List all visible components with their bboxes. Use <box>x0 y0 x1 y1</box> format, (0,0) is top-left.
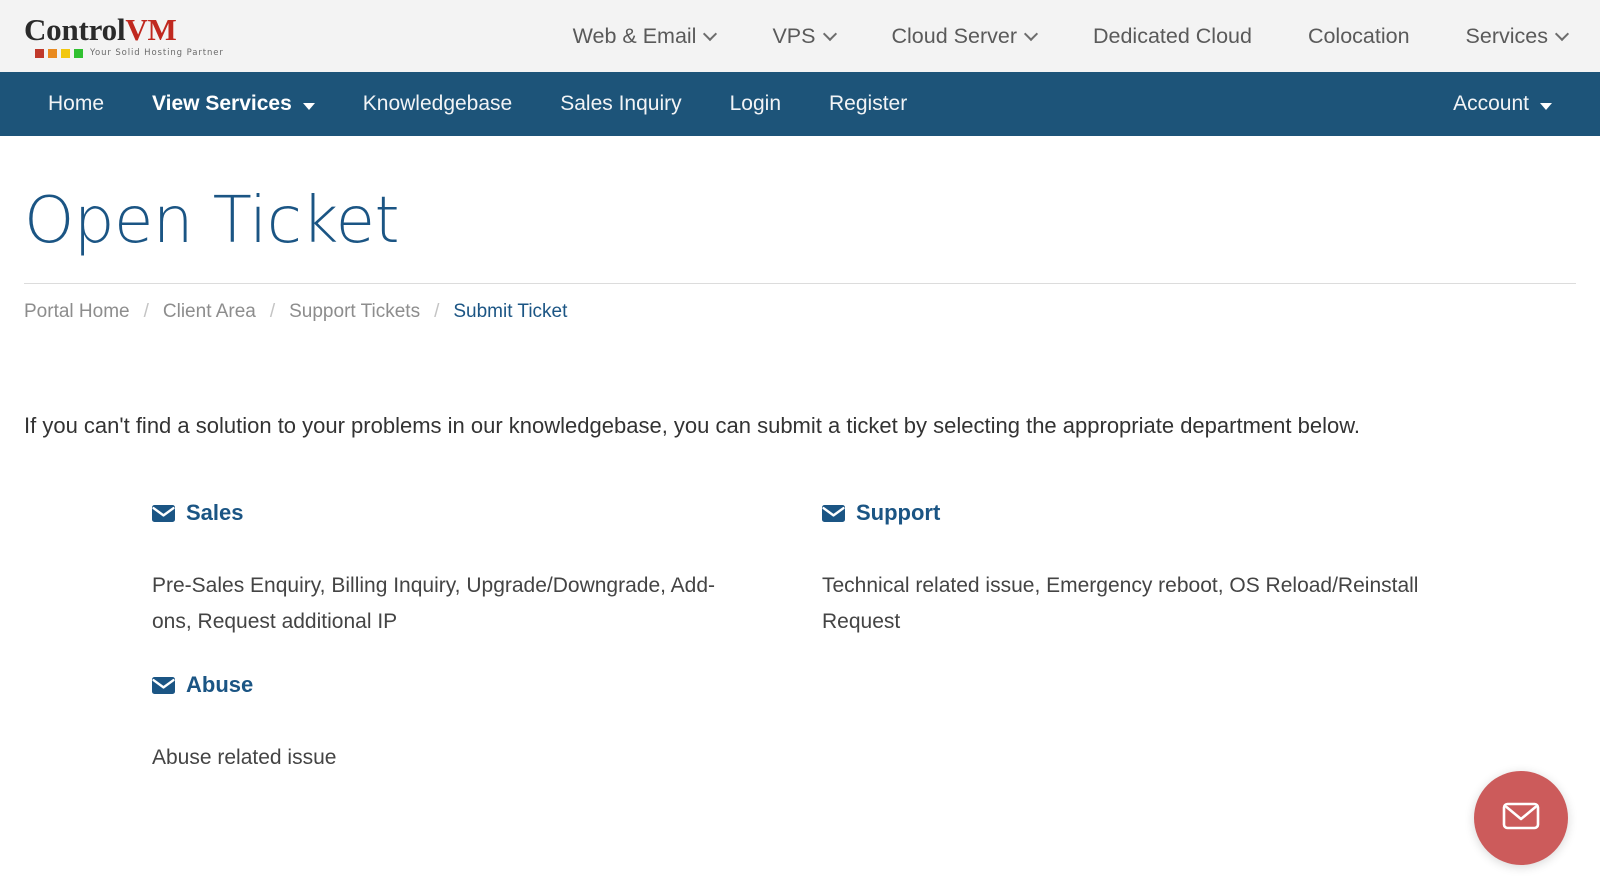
logo-swatch-yellow <box>61 48 70 58</box>
nav-label: Sales Inquiry <box>560 92 682 115</box>
breadcrumb: Portal Home / Client Area / Support Tick… <box>24 301 1576 323</box>
page-title: Open Ticket <box>24 184 400 258</box>
logo-swatch-orange <box>48 48 57 58</box>
top-nav-item-dedicated-cloud[interactable]: Dedicated Cloud <box>1065 24 1280 49</box>
envelope-icon <box>822 504 845 522</box>
top-nav-item-vps[interactable]: VPS <box>744 24 863 49</box>
nav-label: Login <box>729 92 782 115</box>
intro-text: If you can't find a solution to your pro… <box>24 413 1360 439</box>
logo-tagline-text: Your Solid Hosting Partner <box>90 48 224 58</box>
chevron-down-icon <box>1557 29 1568 40</box>
nav-item-login[interactable]: Login <box>706 72 805 136</box>
nav-label: Knowledgebase <box>362 92 513 115</box>
department-description: Pre-Sales Enquiry, Billing Inquiry, Upgr… <box>152 574 716 634</box>
department-header-support[interactable]: Support <box>822 500 1448 526</box>
envelope-icon <box>1498 793 1544 844</box>
logo-swatch-green <box>74 48 83 58</box>
nav-item-view-services[interactable]: View Services <box>128 72 339 136</box>
chevron-down-icon <box>705 29 716 40</box>
nav-item-home[interactable]: Home <box>24 72 128 136</box>
breadcrumb-item-portal-home[interactable]: Portal Home <box>24 301 130 323</box>
department-name[interactable]: Abuse <box>186 672 253 698</box>
primary-nav-left: Home View Services Knowledgebase Sales I… <box>24 72 931 136</box>
department-header-abuse[interactable]: Abuse <box>152 672 778 698</box>
top-nav-label: Services <box>1465 23 1548 48</box>
breadcrumb-separator: / <box>143 301 149 323</box>
envelope-icon <box>152 676 175 694</box>
chevron-down-icon <box>825 29 836 40</box>
page-content: Open Ticket Portal Home / Client Area / … <box>0 184 1600 809</box>
primary-nav: Home View Services Knowledgebase Sales I… <box>0 72 1600 136</box>
nav-label: Register <box>829 92 908 115</box>
chevron-down-icon <box>1026 29 1037 40</box>
department-list: Sales Pre-Sales Enquiry, Billing Inquiry… <box>24 500 1576 808</box>
department-support: Support Technical related issue, Emergen… <box>822 500 1448 672</box>
top-nav-label: Cloud Server <box>891 23 1017 48</box>
breadcrumb-separator: / <box>269 301 276 323</box>
site-logo[interactable]: ControlVM Your Solid Hosting Partner <box>24 14 234 58</box>
top-header: ControlVM Your Solid Hosting Partner Web… <box>0 0 1600 72</box>
top-nav-item-colocation[interactable]: Colocation <box>1280 24 1438 49</box>
department-header-sales[interactable]: Sales <box>152 500 778 526</box>
breadcrumb-item-support-tickets[interactable]: Support Tickets <box>289 301 420 323</box>
caret-down-icon <box>302 102 315 110</box>
breadcrumb-item-client-area[interactable]: Client Area <box>163 301 256 323</box>
nav-label: View Services <box>152 92 292 115</box>
top-nav-label: Colocation <box>1307 23 1410 48</box>
title-divider <box>24 283 1576 285</box>
primary-nav-right: Account <box>1429 72 1576 136</box>
department-description: Abuse related issue <box>152 746 337 770</box>
department-abuse: Abuse Abuse related issue <box>152 672 778 808</box>
breadcrumb-item-submit-ticket: Submit Ticket <box>453 301 568 323</box>
nav-item-register[interactable]: Register <box>805 72 931 136</box>
nav-item-knowledgebase[interactable]: Knowledgebase <box>339 72 536 136</box>
caret-down-icon <box>1540 102 1552 110</box>
nav-label: Home <box>48 92 105 115</box>
top-nav-item-services[interactable]: Services <box>1438 24 1578 49</box>
contact-float-button[interactable] <box>1474 771 1568 865</box>
nav-item-account[interactable]: Account <box>1429 72 1576 136</box>
top-nav-label: VPS <box>772 23 816 48</box>
department-name[interactable]: Sales <box>186 500 244 526</box>
logo-text-primary: Control <box>24 12 126 47</box>
logo-wordmark: ControlVM <box>24 14 234 45</box>
breadcrumb-separator: / <box>434 301 440 323</box>
top-nav-label: Web & Email <box>572 23 697 48</box>
top-nav-item-cloud-server[interactable]: Cloud Server <box>864 24 1065 49</box>
department-name[interactable]: Support <box>856 500 940 526</box>
department-sales: Sales Pre-Sales Enquiry, Billing Inquiry… <box>152 500 778 672</box>
top-nav-item-web-email[interactable]: Web & Email <box>545 24 745 49</box>
nav-item-sales-inquiry[interactable]: Sales Inquiry <box>536 72 705 136</box>
envelope-icon <box>152 504 175 522</box>
nav-label: Account <box>1453 92 1529 115</box>
top-nav-label: Dedicated Cloud <box>1092 23 1252 48</box>
logo-tagline-row: Your Solid Hosting Partner <box>24 48 234 58</box>
logo-swatch-red <box>35 48 44 58</box>
top-nav: Web & Email VPS Cloud Server Dedicated C… <box>234 24 1578 49</box>
department-description: Technical related issue, Emergency reboo… <box>822 574 1419 634</box>
logo-text-accent: VM <box>125 12 177 47</box>
